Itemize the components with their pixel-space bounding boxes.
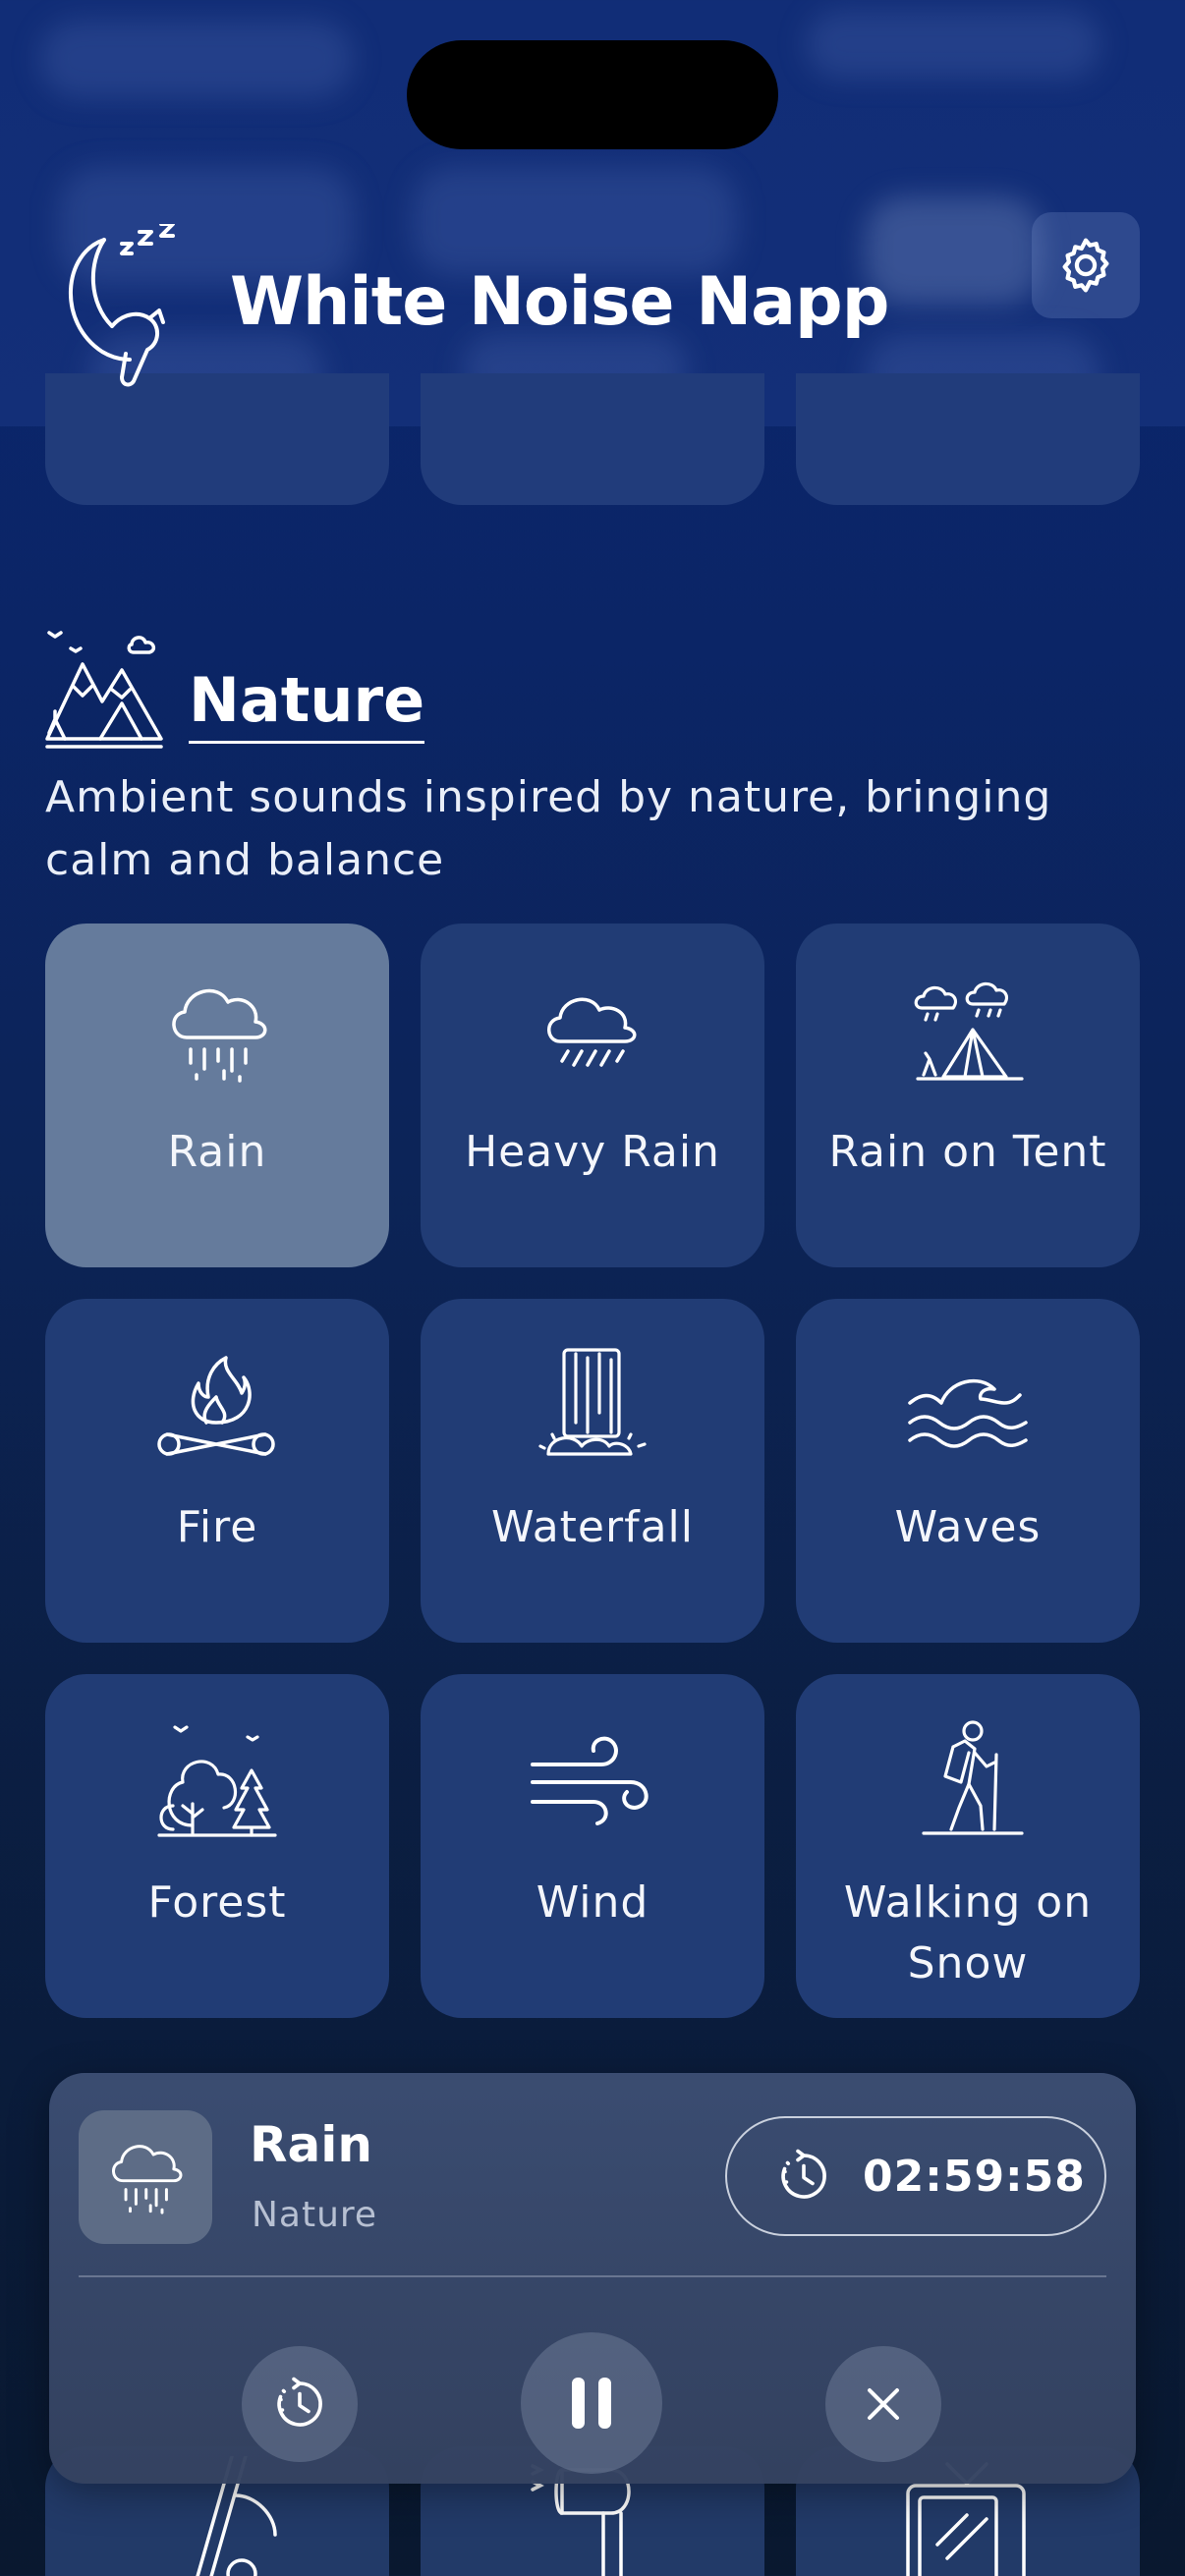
sound-card-waves[interactable]: Waves [796,1299,1140,1643]
sound-card-label: Rain [167,1127,267,1177]
sound-card-wind[interactable]: Wind [421,1674,764,2018]
sound-card-fire[interactable]: Fire [45,1299,389,1643]
settings-button[interactable] [1032,212,1140,318]
timer-countdown: 02:59:58 [863,2151,1086,2202]
sound-card-forest[interactable]: Forest [45,1674,389,2018]
sound-card-label: Wind [536,1877,649,1928]
rain-cloud-icon [172,988,267,1083]
now-playing-category: Nature [252,2195,378,2235]
partial-card[interactable] [45,373,389,505]
heavy-rain-icon [547,997,637,1067]
sound-card-label: Waterfall [491,1502,694,1552]
timer-icon [781,2149,826,2199]
partial-card[interactable] [796,373,1140,505]
waterfall-icon [538,1348,647,1456]
sound-card-label: Waves [894,1502,1042,1552]
pause-button[interactable] [521,2332,662,2474]
gear-icon [1062,238,1109,293]
section-title: Nature [189,666,425,744]
partial-card[interactable] [421,373,764,505]
mountains-icon [45,631,163,749]
wind-icon [531,1736,649,1825]
sound-card-rain[interactable]: Rain [45,924,389,1267]
app-title: White Noise Napp [230,263,889,341]
dynamic-island [407,40,778,149]
sound-card-label: Fire [176,1502,258,1552]
section-description: Ambient sounds inspired by nature, bring… [45,772,1052,885]
sound-card-heavy-rain[interactable]: Heavy Rain [421,924,764,1267]
now-playing-title: Rain [250,2116,372,2173]
sleep-timer-button[interactable]: 02:59:58 [725,2116,1106,2236]
waves-icon [908,1378,1028,1448]
timer-icon [277,2377,322,2427]
sound-card-label: Rain on Tent [828,1127,1107,1177]
pause-icon [572,2378,611,2429]
sound-card-rain-on-tent[interactable]: Rain on Tent [796,924,1140,1267]
now-playing-panel: Rain Nature 02:59:58 [49,2073,1136,2484]
sound-card-label: Walking on Snow [843,1877,1093,1988]
timer-control-button[interactable] [242,2346,358,2462]
now-playing-thumbnail [79,2110,212,2244]
tent-rain-icon [914,981,1024,1081]
moon-sleep-icon [69,224,175,387]
forest-icon [157,1725,277,1837]
hiker-icon [922,1720,1024,1835]
campfire-icon [157,1356,275,1456]
sound-card-label: Heavy Rain [465,1127,720,1177]
sound-card-label: Forest [147,1877,287,1928]
close-player-button[interactable] [825,2346,941,2462]
divider [79,2275,1106,2277]
sound-card-waterfall[interactable]: Waterfall [421,1299,764,1643]
close-icon [868,2388,899,2420]
sound-card-walking-on-snow[interactable]: Walking on Snow [796,1674,1140,2018]
rain-cloud-icon [112,2145,183,2214]
